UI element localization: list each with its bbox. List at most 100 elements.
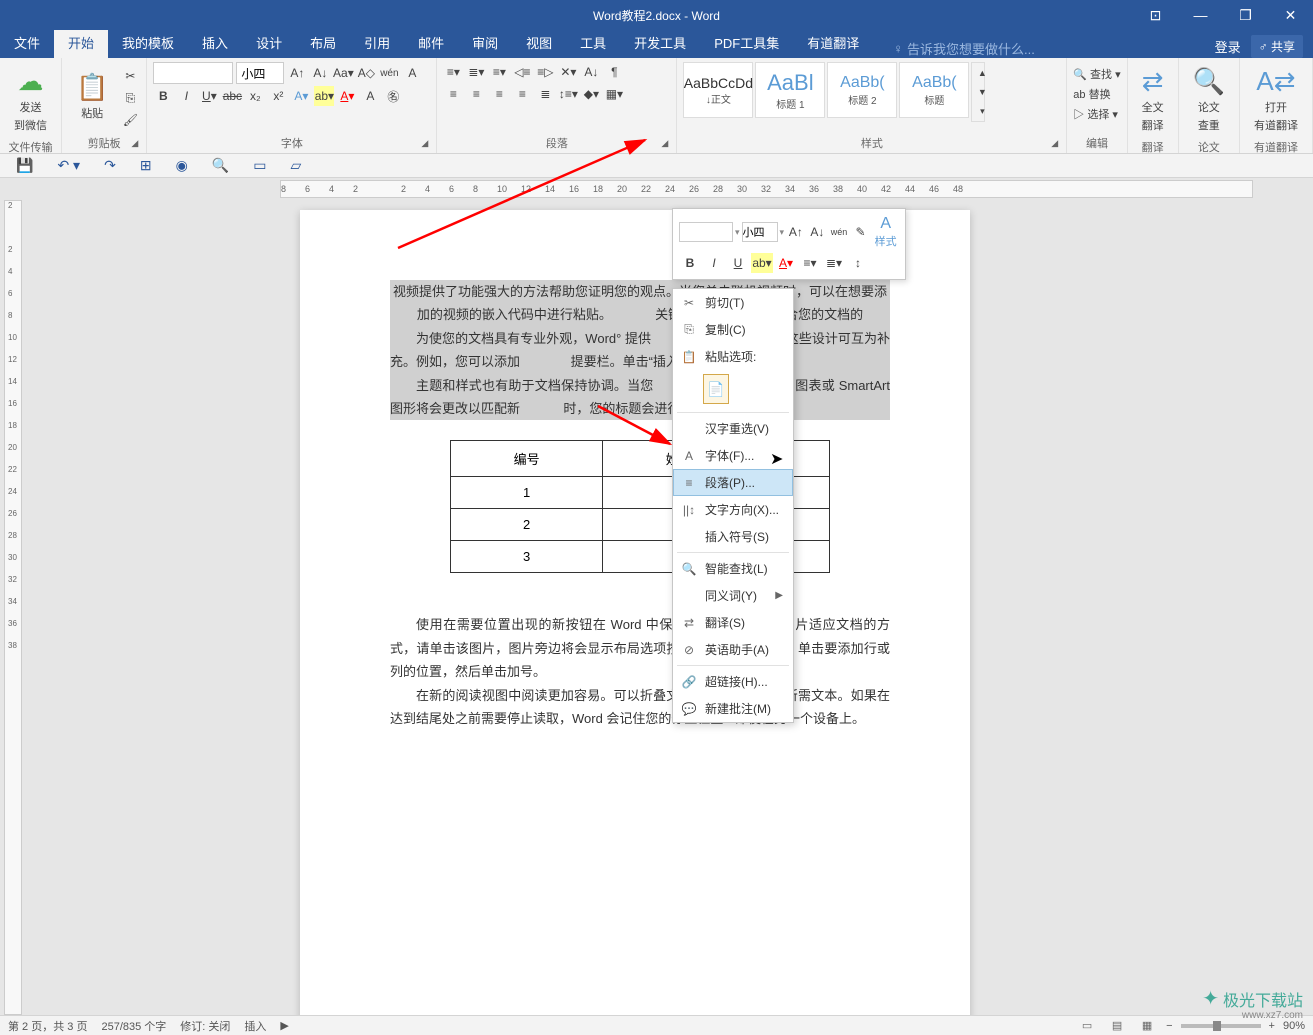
char-shading-icon[interactable]: A bbox=[360, 86, 380, 106]
maximize-icon[interactable]: ❐ bbox=[1223, 0, 1268, 30]
zoom-level[interactable]: 90% bbox=[1283, 1020, 1305, 1032]
italic-icon[interactable]: I bbox=[176, 86, 196, 106]
mini-numbering-icon[interactable]: ≣▾ bbox=[823, 253, 845, 273]
show-marks-icon[interactable]: ¶ bbox=[604, 62, 624, 82]
context-smart-lookup[interactable]: 🔍智能查找(L) bbox=[673, 555, 793, 582]
open-youdao-button[interactable]: A⇄ 打开 有道翻译 bbox=[1246, 62, 1306, 137]
sort-icon[interactable]: A↓ bbox=[581, 62, 601, 82]
ribbon-display-icon[interactable]: ⊡ bbox=[1133, 0, 1178, 30]
styles-down-icon[interactable]: ▼ bbox=[972, 83, 992, 101]
mini-font-size[interactable] bbox=[742, 222, 778, 242]
align-right-icon[interactable]: ≡ bbox=[489, 84, 509, 104]
find-button[interactable]: 🔍 查找 ▾ bbox=[1073, 66, 1120, 82]
bullets-icon[interactable]: ≡▾ bbox=[443, 62, 463, 82]
tab-pdf[interactable]: PDF工具集 bbox=[700, 27, 793, 58]
thesis-check-button[interactable]: 🔍 论文 查重 bbox=[1185, 62, 1233, 137]
table-header[interactable]: 编号 bbox=[451, 441, 603, 477]
clear-format-icon[interactable]: A◇ bbox=[356, 63, 376, 83]
mini-format-painter-icon[interactable]: ✎ bbox=[851, 222, 871, 242]
line-spacing-icon[interactable]: ↕≡▾ bbox=[558, 84, 578, 104]
context-english-assist[interactable]: ⊘英语助手(A) bbox=[673, 636, 793, 663]
context-hanzi-reselect[interactable]: 汉字重选(V) bbox=[673, 415, 793, 442]
context-new-comment[interactable]: 💬新建批注(M) bbox=[673, 695, 793, 722]
distribute-icon[interactable]: ≣ bbox=[535, 84, 555, 104]
mini-italic-icon[interactable]: I bbox=[703, 253, 725, 273]
multilevel-icon[interactable]: ≡▾ bbox=[489, 62, 509, 82]
qat-icon-5[interactable]: ▱ bbox=[290, 157, 301, 174]
mini-bold-icon[interactable]: B bbox=[679, 253, 701, 273]
view-print-icon[interactable]: ▤ bbox=[1106, 1018, 1128, 1034]
highlight-icon[interactable]: ab▾ bbox=[314, 86, 334, 106]
style-title[interactable]: AaBb(标题 bbox=[899, 62, 969, 118]
enclose-char-icon[interactable]: ㊔ bbox=[383, 86, 403, 106]
context-paragraph[interactable]: ≡段落(P)... bbox=[673, 469, 793, 496]
mini-decrease-font-icon[interactable]: A↓ bbox=[808, 222, 828, 242]
undo-icon[interactable]: ↶ ▾ bbox=[57, 157, 80, 174]
style-heading1[interactable]: AaBl标题 1 bbox=[755, 62, 825, 118]
mini-phonetic-icon[interactable]: wén bbox=[829, 222, 849, 242]
tab-dev[interactable]: 开发工具 bbox=[620, 27, 700, 58]
mini-styles-button[interactable]: A 样式 bbox=[872, 215, 899, 249]
underline-icon[interactable]: U▾ bbox=[199, 86, 219, 106]
mini-bullets-icon[interactable]: ≡▾ bbox=[799, 253, 821, 273]
font-family-select[interactable] bbox=[153, 62, 233, 84]
table-cell[interactable]: 3 bbox=[451, 541, 603, 573]
mini-font-color-icon[interactable]: A▾ bbox=[775, 253, 797, 273]
zoom-out-icon[interactable]: − bbox=[1166, 1020, 1172, 1032]
borders-icon[interactable]: ▦▾ bbox=[604, 84, 624, 104]
tab-translate[interactable]: 有道翻译 bbox=[793, 27, 873, 58]
format-painter-icon[interactable]: 🖌 bbox=[120, 110, 140, 130]
tab-references[interactable]: 引用 bbox=[350, 27, 404, 58]
close-icon[interactable]: ✕ bbox=[1268, 0, 1313, 30]
status-page[interactable]: 第 2 页，共 3 页 bbox=[8, 1018, 87, 1034]
status-word-count[interactable]: 257/835 个字 bbox=[101, 1018, 166, 1034]
minimize-icon[interactable]: — bbox=[1178, 0, 1223, 30]
qat-icon-1[interactable]: ⊞ bbox=[140, 157, 152, 174]
table-cell[interactable]: 2 bbox=[451, 509, 603, 541]
shading-icon[interactable]: ◆▾ bbox=[581, 84, 601, 104]
font-dialog-launcher[interactable]: ◢ bbox=[421, 138, 433, 150]
cut-icon[interactable]: ✂ bbox=[120, 66, 140, 86]
subscript-icon[interactable]: x₂ bbox=[245, 86, 265, 106]
send-to-wechat-button[interactable]: ☁ 发送 到微信 bbox=[6, 62, 55, 137]
strikethrough-icon[interactable]: abc bbox=[222, 86, 242, 106]
mini-increase-font-icon[interactable]: A↑ bbox=[786, 222, 806, 242]
styles-more-icon[interactable]: ▾ bbox=[972, 102, 992, 120]
font-size-select[interactable] bbox=[236, 62, 284, 84]
asian-layout-icon[interactable]: ✕▾ bbox=[558, 62, 578, 82]
mini-spacing-icon[interactable]: ↕ bbox=[847, 253, 869, 273]
font-color-icon[interactable]: A▾ bbox=[337, 86, 357, 106]
decrease-indent-icon[interactable]: ◁≡ bbox=[512, 62, 532, 82]
text-effects-icon[interactable]: A▾ bbox=[291, 86, 311, 106]
vertical-ruler[interactable]: 22468101214161820222426283032343638 bbox=[4, 200, 22, 1015]
share-button[interactable]: ♂ 共享 bbox=[1251, 35, 1303, 58]
qat-icon-2[interactable]: ◉ bbox=[176, 157, 188, 174]
tab-view[interactable]: 视图 bbox=[512, 27, 566, 58]
mini-font-family[interactable] bbox=[679, 222, 733, 242]
clipboard-dialog-launcher[interactable]: ◢ bbox=[131, 138, 143, 150]
redo-icon[interactable]: ↷ bbox=[104, 157, 116, 174]
context-cut[interactable]: ✂剪切(T) bbox=[673, 289, 793, 316]
change-case-icon[interactable]: Aa▾ bbox=[333, 63, 353, 83]
tab-design[interactable]: 设计 bbox=[242, 27, 296, 58]
numbering-icon[interactable]: ≣▾ bbox=[466, 62, 486, 82]
context-synonym[interactable]: 同义词(Y)▶ bbox=[673, 582, 793, 609]
decrease-font-icon[interactable]: A↓ bbox=[310, 63, 330, 83]
context-paste-options[interactable]: 📋粘贴选项: bbox=[673, 343, 793, 370]
tab-mailings[interactable]: 邮件 bbox=[404, 27, 458, 58]
qat-icon-4[interactable]: ▭ bbox=[253, 157, 266, 174]
select-button[interactable]: ▷ 选择 ▾ bbox=[1073, 106, 1120, 122]
zoom-in-icon[interactable]: + bbox=[1269, 1020, 1275, 1032]
phonetic-icon[interactable]: wén bbox=[379, 63, 399, 83]
context-insert-symbol[interactable]: 插入符号(S) bbox=[673, 523, 793, 550]
document-page[interactable]: 视频提供了功能强大的方法帮助您证明您的观点。当您单击联机视频时，可以在想要添加的… bbox=[300, 210, 970, 1015]
context-copy[interactable]: ⎘复制(C) bbox=[673, 316, 793, 343]
login-link[interactable]: 登录 bbox=[1215, 37, 1241, 56]
tab-review[interactable]: 审阅 bbox=[458, 27, 512, 58]
tab-layout[interactable]: 布局 bbox=[296, 27, 350, 58]
mini-highlight-icon[interactable]: ab▾ bbox=[751, 253, 773, 273]
context-text-direction[interactable]: ||↕文字方向(X)... bbox=[673, 496, 793, 523]
context-font[interactable]: A字体(F)... bbox=[673, 442, 793, 469]
justify-icon[interactable]: ≡ bbox=[512, 84, 532, 104]
view-read-icon[interactable]: ▭ bbox=[1076, 1018, 1098, 1034]
